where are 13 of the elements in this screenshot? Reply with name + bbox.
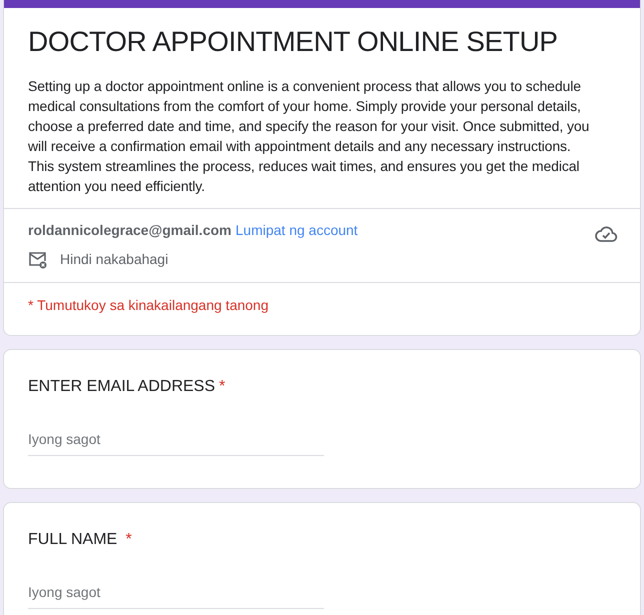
- required-asterisk: *: [126, 530, 132, 550]
- mail-blocked-icon: [28, 250, 48, 270]
- required-asterisk: *: [219, 377, 226, 397]
- question-title: ENTER EMAIL ADDRESS: [28, 377, 216, 397]
- switch-account-link[interactable]: Lumipat ng account: [236, 220, 358, 241]
- sharing-status: Hindi nakabahagi: [60, 250, 168, 269]
- answer-field[interactable]: Iyong sagot: [28, 582, 324, 609]
- form-description: Setting up a doctor appointment online is a convenient process that allows you to schedule medical consultations from the comfort of your home. Simply provide your personal details, choose a preferred date and time, and specify the reason for your visit. Once submitted, you will receive a confirmation email with appointment details and any necessary instructions. This system streamlines the process, reduces wait times, and ensures you get the medical attention you need efficiently.: [28, 77, 590, 196]
- form-title: DOCTOR APPOINTMENT ONLINE SETUP: [28, 25, 559, 59]
- question-title: FULL NAME: [28, 530, 118, 550]
- answer-field[interactable]: Iyong sagot: [28, 429, 324, 456]
- required-note: * Tumutukoy sa kinakailangang tanong: [28, 297, 268, 313]
- account-email: roldannicolegrace@gmail.com: [28, 221, 232, 240]
